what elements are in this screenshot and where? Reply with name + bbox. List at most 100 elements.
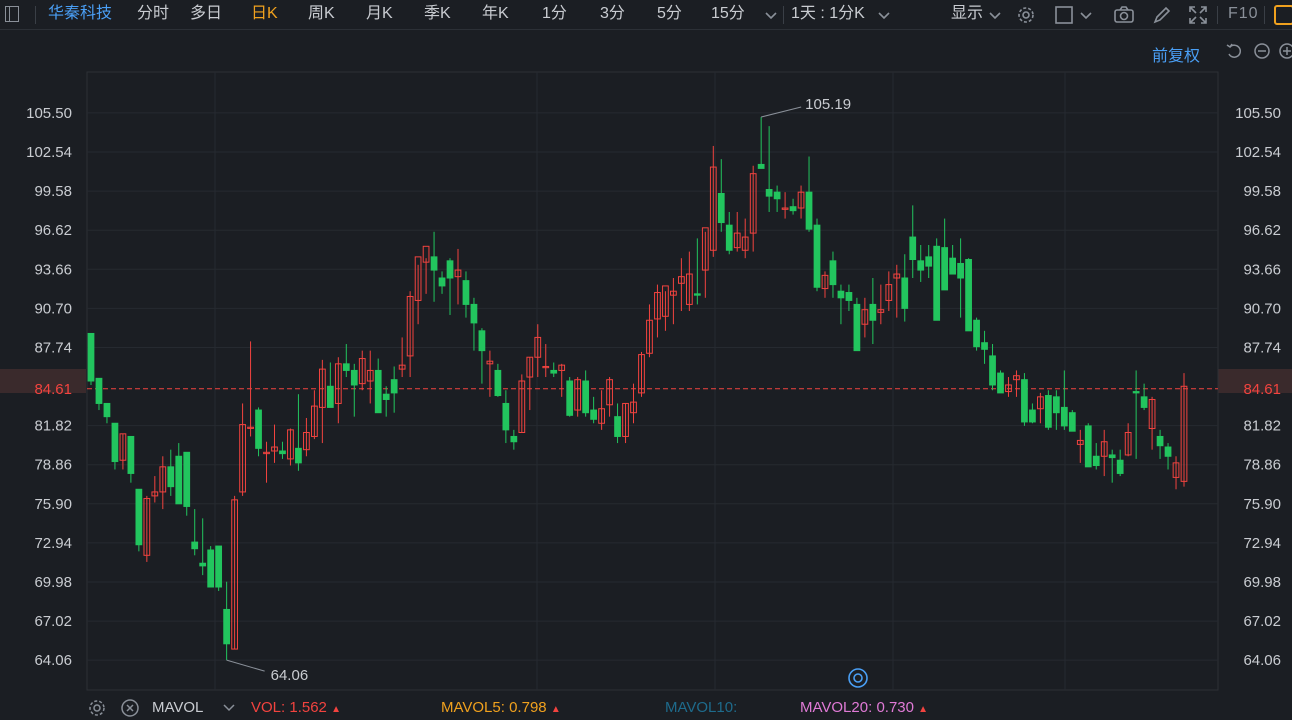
tab-monthly-k[interactable]: 月K [366,3,393,25]
candle-body [1132,391,1140,394]
y-tick-label-right: 72.94 [1243,535,1281,552]
y-tick-label-left: 69.98 [34,574,72,591]
candle-body [925,256,933,267]
candle-body [1116,459,1124,474]
candle-body [909,236,917,261]
indicator-select[interactable]: MAVOL [152,699,203,716]
candle-body [837,290,845,299]
candle-body [103,402,111,418]
candle-body [606,379,613,406]
candle-body [829,260,837,286]
candle-body [1100,441,1108,457]
tab-weekly-k[interactable]: 周K [308,3,335,25]
tab-3min[interactable]: 3分 [600,3,625,25]
candle-body [781,207,789,210]
close-icon[interactable] [120,698,140,718]
f10-button[interactable]: F10 [1228,3,1259,25]
up-arrow-icon: ▲ [331,704,341,715]
tab-intraday[interactable]: 分时 [137,3,169,25]
high-price-label: 105.19 [805,96,851,113]
candle-body [749,173,757,234]
gear-icon[interactable] [87,698,107,718]
stock-name[interactable]: 华秦科技 [48,3,112,25]
zoom-out-icon[interactable] [1253,42,1271,60]
y-tick-label-left: 67.02 [34,613,72,630]
y-tick-label-left: 105.50 [26,105,72,122]
candle-body [167,466,175,488]
candle-body [159,466,167,493]
display-menu[interactable]: 显示 [951,3,983,25]
candle-body [510,435,518,443]
chevron-down-icon[interactable] [763,4,779,26]
candle-body [622,402,629,437]
up-arrow-icon: ▲ [550,704,561,715]
mavol5-value: 0.798 [509,699,547,716]
candle-body [263,451,270,455]
vol-label: VOL: 1.562 ▲ [251,699,341,716]
pencil-icon[interactable] [1151,4,1173,26]
low-price-label: 64.06 [271,667,309,684]
tab-5min[interactable]: 5分 [657,3,682,25]
mavol20-value: 0.730 [876,699,914,716]
multi-period-select[interactable]: 1天 : 1分K [791,3,865,25]
candle-body [670,290,677,296]
tab-quarterly-k[interactable]: 季K [424,3,451,25]
candle-body [374,369,382,414]
candle-body [1045,395,1052,428]
forward-adjust-button[interactable]: 前复权 [1152,42,1200,66]
candle-body [1068,412,1076,432]
candle-body [957,262,964,279]
chevron-down-icon[interactable] [988,4,1002,26]
candle-body [1013,375,1020,381]
chevron-down-icon[interactable] [1078,4,1094,26]
candle-body [422,245,430,263]
mavol20-label: MAVOL20: 0.730 ▲ [800,699,928,716]
tab-15min[interactable]: 15分 [711,3,745,25]
candle-body [638,354,645,394]
fullscreen-icon[interactable] [1187,4,1209,26]
up-arrow-icon: ▲ [918,704,929,715]
candle-body [135,488,143,546]
candle-body [1180,385,1188,482]
gear-icon[interactable] [1015,4,1037,26]
candle-body [279,450,286,455]
candle-body [965,259,972,332]
candle-body [247,426,254,429]
candle-body [191,541,199,550]
candle-body [1060,406,1068,427]
chevron-down-icon[interactable] [876,4,892,26]
candle-body [311,405,318,437]
checkbox-icon[interactable] [1053,4,1075,26]
candle-body [1029,409,1036,423]
high-leader-line [761,106,802,118]
tab-multi-day[interactable]: 多日 [190,3,222,25]
chevron-down-icon[interactable] [222,700,236,716]
tab-1min[interactable]: 1分 [542,3,567,25]
candle-body [1084,425,1092,468]
candle-body [941,247,949,291]
mavol5-label-text: MAVOL5: [441,699,505,716]
candle-body [741,236,749,251]
candle-body [614,416,621,437]
candle-body [949,257,957,275]
locate-icon[interactable] [847,667,869,689]
candle-body [526,356,534,378]
candle-body [342,363,350,371]
panel-toggle-icon[interactable] [1274,5,1292,25]
undo-icon[interactable] [1225,42,1243,60]
tab-yearly-k[interactable]: 年K [482,3,509,25]
y-tick-label-right: 81.82 [1243,418,1281,435]
sidebar-toggle-icon[interactable] [5,6,19,22]
candle-body [1140,396,1148,408]
candle-body [462,280,470,305]
candle-body [678,276,685,284]
camera-icon[interactable] [1113,4,1135,26]
y-tick-label-left: 90.70 [34,300,72,317]
candle-body [757,163,765,169]
indicator-bar: MAVOL VOL: 1.562 ▲ MAVOL5: 0.798 ▲ MAVOL… [0,696,1292,720]
y-tick-label-right: 75.90 [1243,496,1281,513]
candle-body [853,303,861,352]
y-tick-label-left: 87.74 [34,339,72,356]
tab-daily-k[interactable]: 日K [251,3,278,25]
zoom-in-icon[interactable] [1278,42,1292,60]
